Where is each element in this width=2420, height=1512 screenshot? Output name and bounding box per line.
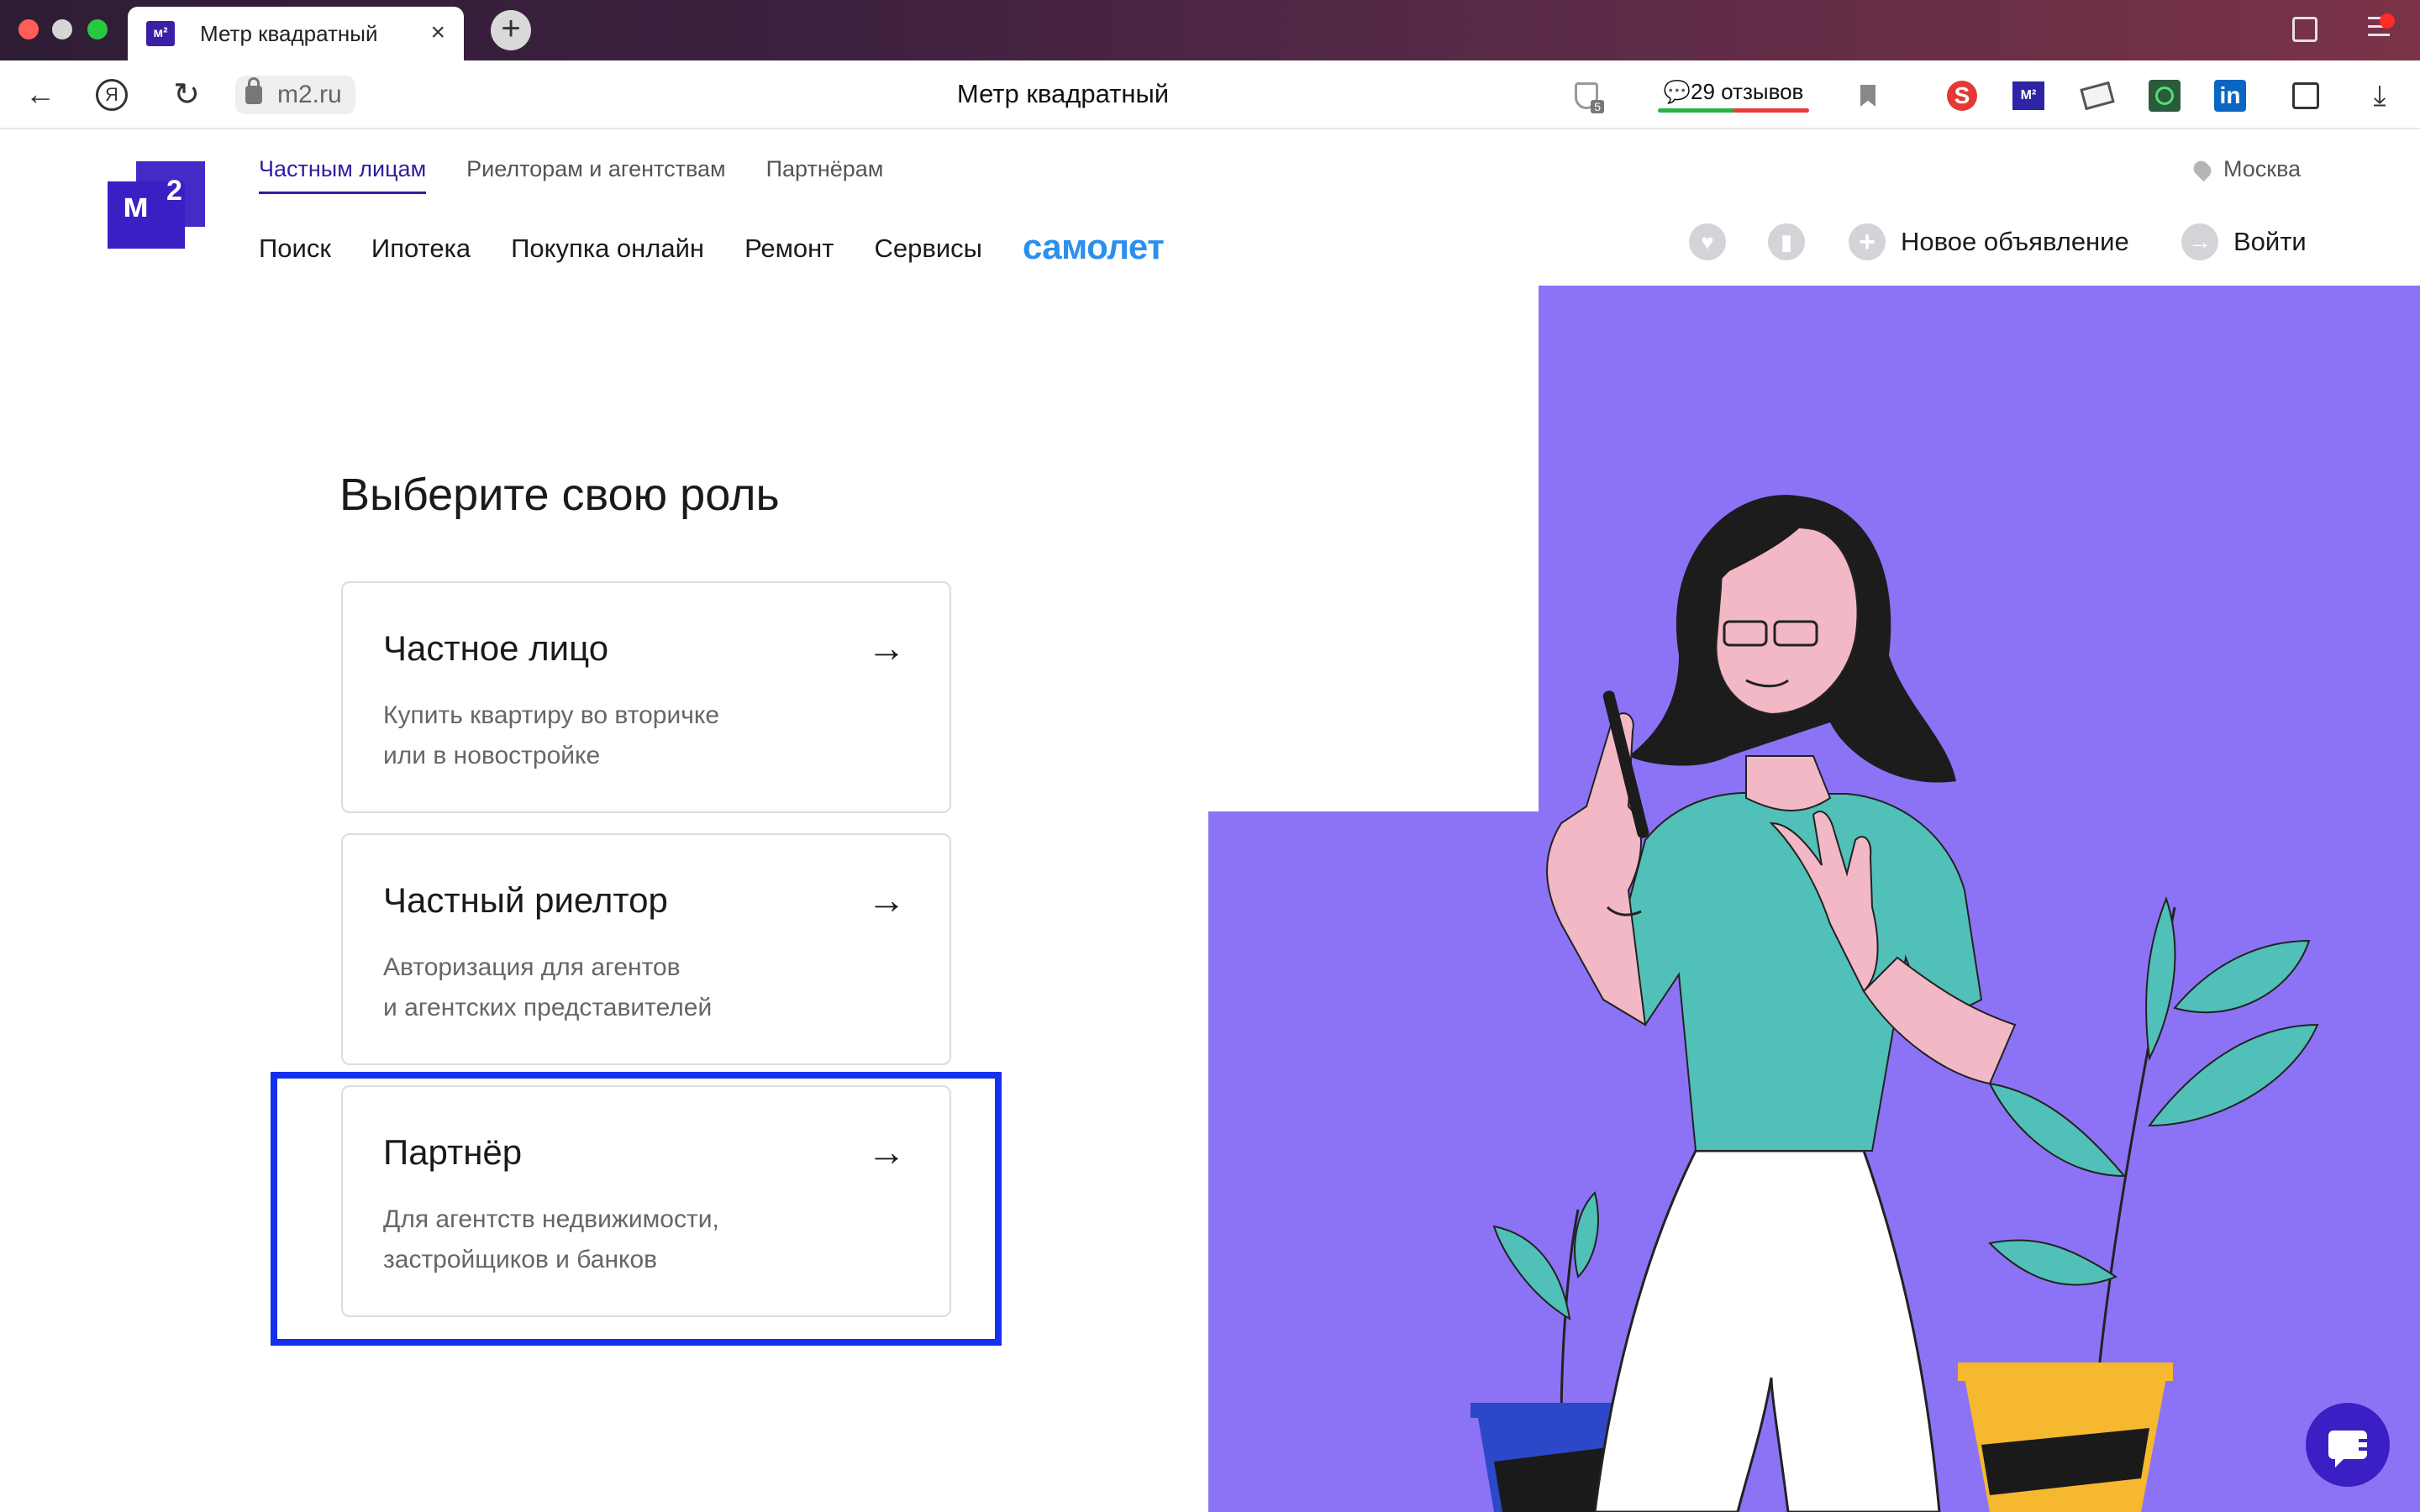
nav-search[interactable]: Поиск [259, 234, 331, 264]
bookmark-icon[interactable] [1855, 79, 1881, 113]
linkedin-extension-icon[interactable]: in [2213, 79, 2247, 113]
reload-icon[interactable]: ↻ [170, 77, 203, 113]
arrow-right-icon: → [867, 878, 906, 921]
green-extension-icon[interactable] [2148, 79, 2181, 113]
login-link[interactable]: Войти [2233, 227, 2307, 257]
card-description: Купить квартиру во вторичке или в новост… [383, 701, 720, 769]
new-ad-link[interactable]: Новое объявление [1901, 227, 2129, 257]
lock-icon [245, 77, 262, 104]
notes-extension-icon[interactable] [2080, 79, 2115, 113]
nav-services[interactable]: Сервисы [875, 234, 982, 264]
seo-extension-icon[interactable]: S [1946, 79, 1978, 113]
card-title: Частный риелтор [383, 880, 668, 920]
nav-mortgage[interactable]: Ипотека [371, 234, 471, 264]
yandex-icon[interactable]: Я [96, 79, 128, 111]
window-close-button[interactable] [18, 19, 39, 39]
browser-tab[interactable]: м² Метр квадратный × [128, 7, 464, 60]
shield-badge: 5 [1591, 100, 1604, 113]
main-nav: Поиск Ипотека Покупка онлайн Ремонт Серв… [259, 225, 1165, 267]
site-logo[interactable]: м 2 [108, 161, 205, 249]
url-text: m2.ru [277, 81, 342, 108]
nav-renovation[interactable]: Ремонт [744, 234, 834, 264]
reviews-count: 💬29 отзывов [1663, 79, 1804, 104]
chat-icon[interactable] [2306, 1403, 2390, 1487]
card-title: Частное лицо [383, 628, 609, 668]
reviews-rating-bar [1658, 108, 1809, 113]
back-icon[interactable]: ← [24, 76, 57, 111]
role-card-realtor[interactable]: Частный риелтор → Авторизация для агенто… [341, 833, 951, 1065]
browser-tab-bar: м² Метр квадратный × + [0, 0, 2420, 60]
shield-extension-icon[interactable]: 5 [1570, 79, 1604, 113]
city-name: Москва [2223, 156, 2302, 181]
download-icon[interactable]: ⤓ [2363, 79, 2396, 113]
window-minimize-button[interactable] [52, 19, 72, 39]
city-selector[interactable]: Москва [2190, 156, 2302, 182]
notification-dot [2380, 13, 2395, 29]
reviews-extension[interactable]: 💬29 отзывов [1655, 79, 1812, 113]
saved-bookmark-icon[interactable]: ▮ [1768, 223, 1805, 260]
nav-online-purchase[interactable]: Покупка онлайн [511, 234, 704, 264]
tab-close-icon[interactable]: × [430, 18, 445, 47]
login-arrow-icon[interactable]: → [2181, 223, 2218, 260]
bookmarks-panel-icon[interactable] [2292, 17, 2317, 42]
subnav-partners[interactable]: Партнёрам [766, 156, 884, 182]
card-description: Авторизация для агентов и агентских пред… [383, 953, 713, 1021]
subnav-private[interactable]: Частным лицам [259, 156, 427, 194]
heart-icon[interactable]: ♥ [1689, 223, 1726, 260]
pin-icon [2190, 157, 2215, 181]
window-zoom-button[interactable] [87, 19, 108, 39]
selection-highlight [271, 1072, 1002, 1346]
audience-nav: Частным лицам Риелторам и агентствам Пар… [259, 156, 884, 194]
translate-extension-icon[interactable] [2289, 79, 2323, 113]
tab-favicon-icon: м² [146, 21, 175, 46]
subnav-realtors[interactable]: Риелторам и агентствам [466, 156, 725, 182]
role-headline: Выберите свою роль [339, 470, 780, 520]
arrow-right-icon: → [867, 626, 906, 669]
role-card-private[interactable]: Частное лицо → Купить квартиру во вторич… [341, 581, 951, 813]
tab-title: Метр квадратный [200, 20, 378, 46]
page-title: Метр квадратный [956, 79, 1170, 108]
address-bar: ← Я ↻ m2.ru Метр квадратный 5 💬29 отзыво… [0, 60, 2420, 129]
m2-extension-icon[interactable]: M² [2012, 79, 2045, 113]
new-tab-button[interactable]: + [491, 10, 531, 50]
samolet-logo[interactable]: самолет [1023, 227, 1165, 267]
url-field[interactable]: m2.ru [235, 76, 355, 114]
woman-with-phone-illustration [1208, 286, 2420, 1512]
plus-icon[interactable]: + [1849, 223, 1886, 260]
